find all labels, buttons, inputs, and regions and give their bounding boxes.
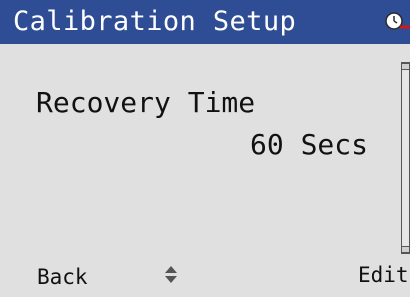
device-screen: Calibration Setup Recovery Time 60 Secs … xyxy=(0,0,410,297)
up-down-arrows-icon[interactable] xyxy=(164,263,178,287)
clock-alarm-icon xyxy=(384,10,410,36)
scrollbar-top-cap xyxy=(401,63,410,70)
parameter-label: Recovery Time xyxy=(36,86,256,119)
back-softkey[interactable]: Back xyxy=(37,264,88,290)
title-bar: Calibration Setup xyxy=(0,0,410,44)
scrollbar-bottom-cap xyxy=(401,246,410,253)
page-title: Calibration Setup xyxy=(13,6,297,37)
parameter-value[interactable]: 60 Secs xyxy=(250,128,368,162)
edit-softkey[interactable]: Edit xyxy=(358,262,409,288)
scrollbar[interactable] xyxy=(401,62,410,254)
